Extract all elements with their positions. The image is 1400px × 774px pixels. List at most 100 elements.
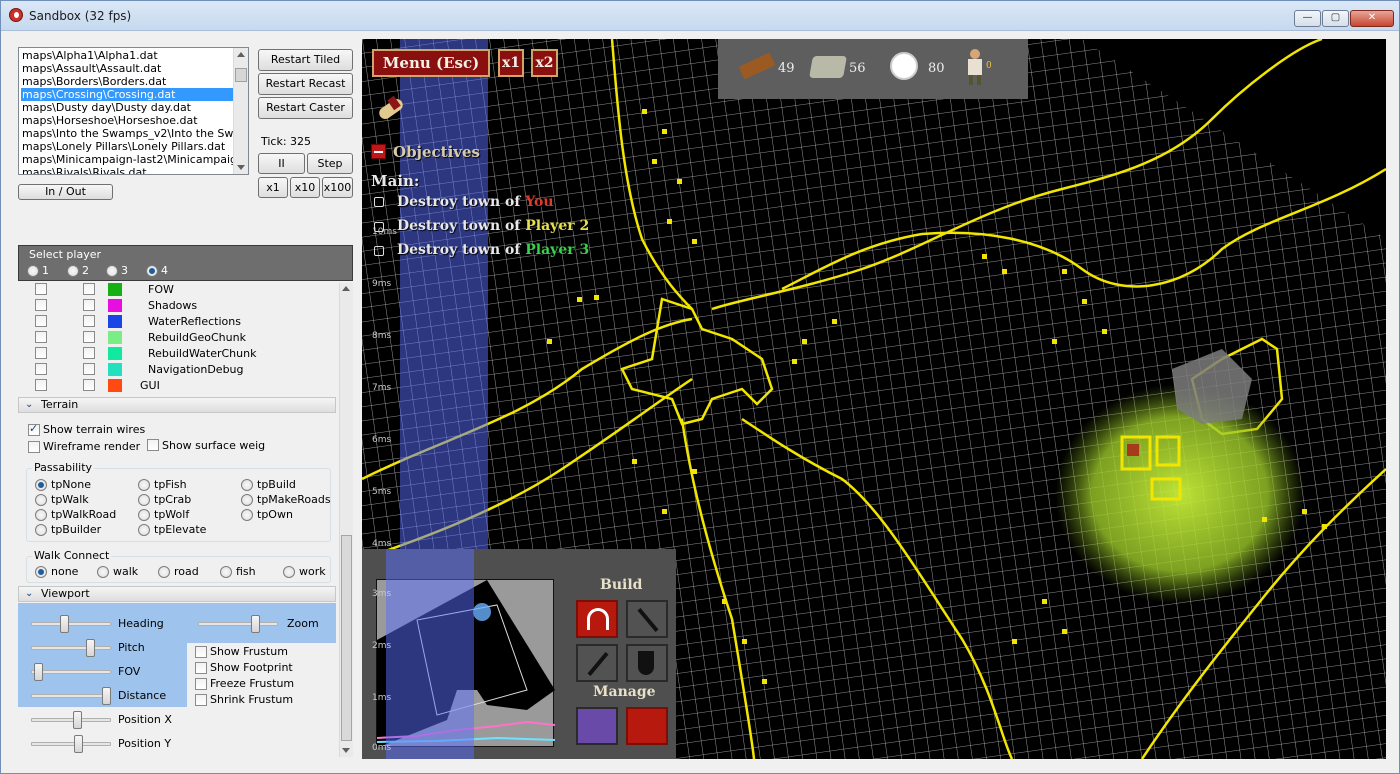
show-terrain-wires-checkbox[interactable] (28, 422, 40, 436)
layer-fow-checkbox-b[interactable] (83, 283, 95, 295)
close-button[interactable]: ✕ (1350, 10, 1394, 27)
scroll-down-icon[interactable] (342, 748, 350, 753)
walk-connect-work-radio[interactable] (283, 566, 295, 578)
tpwalkroad-radio[interactable] (35, 509, 47, 521)
restart-caster-button[interactable]: Restart Caster (258, 97, 353, 119)
panel-scrollbar[interactable] (339, 283, 353, 757)
zoom-slider[interactable] (198, 622, 278, 626)
position-y-slider[interactable] (31, 742, 111, 746)
distance-slider[interactable] (31, 694, 111, 698)
layer-rebuildwaterchunk-checkbox-b[interactable] (83, 347, 95, 359)
shrink-frustum-checkbox[interactable] (195, 694, 207, 706)
speed-x2-game-button[interactable]: x2 (531, 49, 558, 77)
maximize-button[interactable]: ▢ (1322, 10, 1349, 27)
walk-connect-road-radio[interactable] (158, 566, 170, 578)
scroll-thumb[interactable] (341, 535, 352, 741)
fov-slider[interactable] (31, 670, 111, 674)
position-x-slider-thumb[interactable] (73, 711, 82, 729)
walk-connect-walk-radio[interactable] (97, 566, 109, 578)
list-item[interactable]: maps\Alpha1\Alpha1.dat (21, 49, 233, 62)
tpwolf-radio[interactable] (138, 509, 150, 521)
objectives-toggle-icon[interactable] (371, 144, 386, 159)
tpcrab-radio[interactable] (138, 494, 150, 506)
scroll-down-icon[interactable] (237, 165, 245, 170)
zoom-slider-thumb[interactable] (251, 615, 260, 633)
speed-x10-button[interactable]: x10 (290, 177, 320, 198)
position-y-slider-thumb[interactable] (74, 735, 83, 753)
layer-shadows-checkbox-a[interactable] (35, 299, 47, 311)
player-4-radio[interactable] (146, 265, 158, 277)
layer-navigationdebug-checkbox-a[interactable] (35, 363, 47, 375)
list-item[interactable]: maps\Into the Swamps_v2\Into the Swamps (21, 127, 233, 140)
restart-tiled-button[interactable]: Restart Tiled (258, 49, 353, 71)
speed-x1-button[interactable]: x1 (258, 177, 288, 198)
build-military-button[interactable] (626, 644, 668, 682)
layer-waterreflections-checkbox-b[interactable] (83, 315, 95, 327)
show-footprint-checkbox[interactable] (195, 662, 207, 674)
viewport-section-header[interactable]: ⌄ Viewport (18, 586, 336, 602)
manage-roads-button[interactable] (576, 707, 618, 745)
fov-slider-thumb[interactable] (34, 663, 43, 681)
list-item-selected[interactable]: maps\Crossing\Crossing.dat (21, 88, 233, 101)
layer-gui-checkbox-a[interactable] (35, 379, 47, 391)
scroll-thumb[interactable] (235, 68, 247, 82)
layer-waterreflections-checkbox-a[interactable] (35, 315, 47, 327)
distance-slider-thumb[interactable] (102, 687, 111, 705)
list-item[interactable]: maps\Rivals\Rivals.dat (21, 166, 233, 174)
freeze-frustum-checkbox[interactable] (195, 678, 207, 690)
layer-gui-checkbox-b[interactable] (83, 379, 95, 391)
tpown-radio[interactable] (241, 509, 253, 521)
map-list[interactable]: maps\Alpha1\Alpha1.dat maps\Assault\Assa… (18, 47, 249, 175)
build-food-button[interactable] (576, 644, 618, 682)
game-viewport[interactable]: 10ms 9ms 8ms 7ms 6ms 5ms 4ms Menu (Esc) … (362, 39, 1386, 759)
layer-rebuildgeochunk-checkbox-b[interactable] (83, 331, 95, 343)
minimize-button[interactable]: — (1294, 10, 1321, 27)
player-3-radio[interactable] (106, 265, 118, 277)
build-house-button[interactable] (576, 600, 618, 638)
map-list-scrollbar[interactable] (233, 48, 248, 174)
scroll-up-icon[interactable] (237, 52, 245, 57)
wireframe-render-checkbox[interactable] (28, 441, 40, 453)
walk-connect-none-radio[interactable] (35, 566, 47, 578)
pitch-slider-thumb[interactable] (86, 639, 95, 657)
layer-rebuildgeochunk-checkbox-a[interactable] (35, 331, 47, 343)
walk-connect-fish-radio[interactable] (220, 566, 232, 578)
player-1-radio[interactable] (27, 265, 39, 277)
speed-x1-game-button[interactable]: x1 (498, 49, 524, 77)
tpbuild-radio[interactable] (241, 479, 253, 491)
manage-houses-button[interactable] (626, 707, 668, 745)
layer-fow-checkbox-a[interactable] (35, 283, 47, 295)
restart-recast-button[interactable]: Restart Recast (258, 73, 353, 95)
menu-button[interactable]: Menu (Esc) (372, 49, 490, 77)
in-out-button[interactable]: In / Out (18, 184, 113, 200)
heading-slider[interactable] (31, 622, 111, 626)
step-button[interactable]: Step (307, 153, 353, 174)
layer-rebuildwaterchunk-checkbox-a[interactable] (35, 347, 47, 359)
pitch-slider[interactable] (31, 646, 111, 650)
tpwalk-radio[interactable] (35, 494, 47, 506)
show-surface-weig-checkbox[interactable] (147, 439, 159, 451)
list-item[interactable]: maps\Horseshoe\Horseshoe.dat (21, 114, 233, 127)
list-item[interactable]: maps\Dusty day\Dusty day.dat (21, 101, 233, 114)
pause-button[interactable]: II (258, 153, 305, 174)
tpmakeroads-radio[interactable] (241, 494, 253, 506)
tpelevate-radio[interactable] (138, 524, 150, 536)
tpnone-radio[interactable] (35, 479, 47, 491)
speed-x100-button[interactable]: x100 (322, 177, 353, 198)
list-item[interactable]: maps\Assault\Assault.dat (21, 62, 233, 75)
list-item[interactable]: maps\Borders\Borders.dat (21, 75, 233, 88)
terrain-section-header[interactable]: ⌄ Terrain (18, 397, 336, 413)
build-road-button[interactable] (626, 600, 668, 638)
layer-navigationdebug-checkbox-b[interactable] (83, 363, 95, 375)
layer-shadows-checkbox-b[interactable] (83, 299, 95, 311)
list-item[interactable]: maps\Lonely Pillars\Lonely Pillars.dat (21, 140, 233, 153)
position-x-slider[interactable] (31, 718, 111, 722)
tpfish-radio[interactable] (138, 479, 150, 491)
tpbuilder-radio[interactable] (35, 524, 47, 536)
scroll-map-icon[interactable] (374, 95, 408, 125)
show-frustum-checkbox[interactable] (195, 646, 207, 658)
list-item[interactable]: maps\Minicampaign-last2\Minicampaign-las… (21, 153, 233, 166)
heading-slider-thumb[interactable] (60, 615, 69, 633)
scroll-up-icon[interactable] (342, 286, 350, 291)
player-2-radio[interactable] (67, 265, 79, 277)
